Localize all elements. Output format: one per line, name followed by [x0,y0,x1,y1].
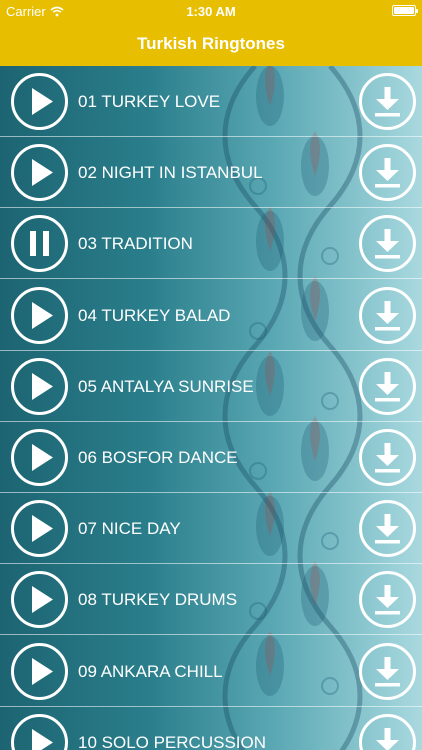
download-icon [375,87,400,117]
download-button[interactable] [359,144,416,202]
track-row[interactable]: 06 BOSFOR DANCE [0,422,422,493]
pause-icon [30,231,49,257]
play-icon [32,586,53,614]
page-title: Turkish Ringtones [137,34,285,53]
track-row[interactable]: 03 TRADITION [0,208,422,280]
track-row[interactable]: 08 TURKEY DRUMS [0,564,422,636]
play-button[interactable] [11,73,68,130]
status-bar: Carrier 1:30 AM [0,0,422,22]
play-icon [32,657,53,685]
track-title: 07 NICE DAY [78,519,181,539]
play-icon [32,88,53,115]
status-right [392,5,418,16]
download-icon [375,656,400,687]
play-button[interactable] [11,571,68,629]
play-icon [32,372,53,400]
track-row[interactable]: 09 ANKARA CHILL [0,636,422,707]
play-button[interactable] [11,642,68,700]
download-icon [375,514,400,544]
track-row[interactable]: 07 NICE DAY [0,493,422,565]
nav-bar: Turkish Ringtones [0,22,422,66]
pause-button[interactable] [11,215,68,273]
play-icon [32,444,53,471]
battery-icon [392,5,418,16]
download-button[interactable] [359,571,416,629]
track-row[interactable]: 10 SOLO PERCUSSION [0,707,422,750]
play-icon [32,728,53,750]
download-icon [375,371,400,402]
track-title: 01 TURKEY LOVE [78,92,221,111]
download-icon [375,229,400,259]
track-row[interactable]: 01 TURKEY LOVE [0,66,422,137]
download-icon [375,300,400,331]
download-button[interactable] [359,73,416,130]
track-title: 02 NIGHT IN ISTANBUL [78,163,263,183]
ringtone-list[interactable]: 01 TURKEY LOVE 02 NIGHT IN ISTANBUL 03 TRA… [0,66,422,750]
download-button[interactable] [359,500,416,558]
play-icon [32,515,53,543]
track-row[interactable]: 04 TURKEY BALAD [0,280,422,351]
download-icon [375,443,400,473]
play-icon [32,159,53,187]
track-title: 03 TRADITION [78,234,193,254]
download-icon [375,158,400,188]
track-row[interactable]: 02 NIGHT IN ISTANBUL [0,137,422,209]
play-button[interactable] [11,713,68,750]
play-button[interactable] [11,286,68,344]
track-title: 04 TURKEY BALAD [78,305,231,325]
track-title: 08 TURKEY DRUMS [78,590,238,610]
status-time: 1:30 AM [186,4,236,19]
play-button[interactable] [11,144,68,202]
download-icon [376,727,399,750]
download-button[interactable] [359,713,416,750]
play-button[interactable] [11,500,68,558]
download-button[interactable] [359,357,416,415]
track-row[interactable]: 05 ANTALYA SUNRISE [0,351,422,422]
play-button[interactable] [11,429,68,486]
track-title: 05 ANTALYA SUNRISE [78,376,254,396]
track-title: 06 BOSFOR DANCE [78,448,238,467]
track-title: 10 SOLO PERCUSSION [78,732,267,750]
download-button[interactable] [359,429,416,486]
play-icon [32,301,53,329]
track-title: 09 ANKARA CHILL [78,661,223,681]
download-icon [375,585,400,615]
download-button[interactable] [359,286,416,344]
download-button[interactable] [359,642,416,700]
play-button[interactable] [11,357,68,415]
download-button[interactable] [359,215,416,273]
